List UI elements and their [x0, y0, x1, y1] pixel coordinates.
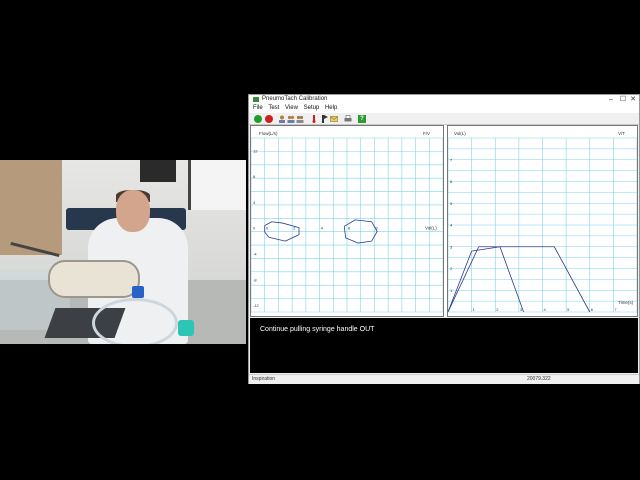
- app-icon: [253, 97, 259, 102]
- menu-bar: File Test View Setup Help: [249, 104, 639, 113]
- y-tick-label: -4: [253, 252, 257, 257]
- x-tick-label: 4: [321, 226, 324, 231]
- x-axis-label: Time(s): [618, 300, 634, 305]
- menu-view[interactable]: View: [285, 104, 298, 113]
- x-tick-label: 1: [473, 307, 476, 312]
- video-hose: [92, 298, 178, 344]
- flow-volume-plot: Flow(L/s) F/V 12 8 4 0 -4 -8 -12 0 2 4 6 8 Vol(L): [250, 125, 444, 317]
- y-axis-label: Vol(L): [454, 131, 466, 136]
- app-window: PneumoTach Calibration – ☐ ✕ File Test V…: [248, 94, 640, 384]
- menu-test[interactable]: Test: [268, 104, 279, 113]
- webcam-video: [0, 160, 246, 344]
- status-phase: Inspiration: [252, 376, 276, 382]
- menu-file[interactable]: File: [253, 104, 263, 113]
- close-button[interactable]: ✕: [627, 95, 639, 104]
- status-value: 20079.322: [527, 376, 551, 382]
- thermometer-flag-icon[interactable]: [320, 115, 328, 123]
- video-filter-cap: [178, 320, 194, 336]
- person-icon[interactable]: [278, 115, 286, 123]
- x-tick-label: 2: [496, 307, 499, 312]
- video-window: [188, 160, 246, 210]
- group-icon[interactable]: [287, 115, 295, 123]
- video-monitor: [140, 160, 176, 182]
- y-tick-label: 4: [253, 200, 256, 205]
- y-axis-label: Flow(L/s): [259, 131, 278, 136]
- x-tick-label: 5: [567, 307, 570, 312]
- x-tick-label: 0: [266, 226, 269, 231]
- email-icon[interactable]: [330, 115, 338, 123]
- flow-volume-svg: Flow(L/s) F/V12840-4-8-120 2 4 6 8 Vol(L): [250, 131, 444, 313]
- x-tick-label: 6: [348, 226, 351, 231]
- instruction-text: Continue pulling syringe handle OUT: [260, 326, 375, 333]
- printer-icon[interactable]: [344, 115, 352, 123]
- volume-time-svg: Vol(L) V/T76543211 2 3 4 5 6 7Time(s): [447, 131, 638, 313]
- chart-area: Flow(L/s) F/V 12 8 4 0 -4 -8 -12 0 2 4 6 8 Vol(L) Vol(…: [250, 125, 638, 317]
- group-alt-icon[interactable]: [296, 115, 304, 123]
- x-tick-label: 4: [544, 307, 547, 312]
- window-title: PneumoTach Calibration: [262, 96, 328, 102]
- toolbar: ?: [249, 113, 639, 125]
- menu-help[interactable]: Help: [325, 104, 337, 113]
- y-tick-label: 12: [253, 148, 258, 153]
- x-tick-label: 6: [591, 307, 594, 312]
- status-bar: Inspiration 20079.322: [249, 374, 639, 384]
- video-pneumotach: [132, 286, 144, 298]
- y-tick-label: -8: [253, 277, 257, 282]
- green-circle-icon[interactable]: [254, 115, 262, 123]
- video-calibration-syringe: [48, 260, 140, 298]
- chart-mode-label: V/T: [618, 131, 625, 136]
- help-icon[interactable]: ?: [358, 115, 366, 123]
- chart-mode-label: F/V: [423, 131, 430, 136]
- title-bar: PneumoTach Calibration – ☐ ✕: [249, 95, 639, 104]
- thermometer-icon[interactable]: [310, 115, 318, 123]
- red-circle-icon[interactable]: [265, 115, 273, 123]
- volume-time-plot: Vol(L) V/T 7 6 5 4 3 2 1 1 2 3 4 5 6 7 Time(s): [447, 125, 638, 317]
- y-tick-label: -12: [253, 303, 260, 308]
- minimize-button[interactable]: –: [605, 95, 617, 104]
- instruction-panel: Continue pulling syringe handle OUT: [250, 318, 638, 373]
- menu-setup[interactable]: Setup: [304, 104, 320, 113]
- y-tick-label: 0: [253, 226, 256, 231]
- x-tick-label: 7: [614, 307, 617, 312]
- video-presenter-head: [116, 190, 150, 232]
- x-axis-label: Vol(L): [425, 226, 437, 231]
- video-door: [0, 160, 62, 255]
